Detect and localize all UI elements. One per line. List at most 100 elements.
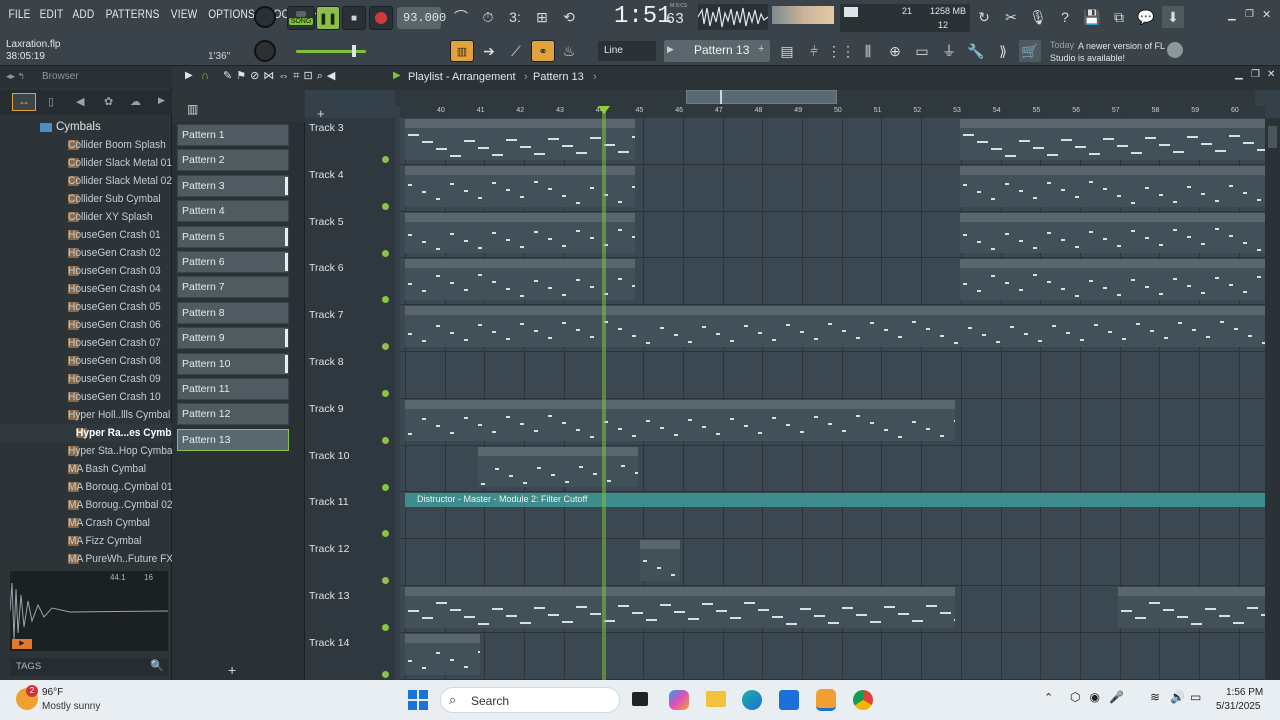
- pattern-clip[interactable]: [405, 633, 480, 675]
- news-panel[interactable]: Today A newer version of FL Studio is av…: [1046, 38, 1232, 64]
- browser-speaker-icon[interactable]: ◀: [76, 95, 84, 108]
- track-mute-led[interactable]: [382, 296, 389, 304]
- pattern-select[interactable]: ▶ Pattern 13 +: [664, 40, 770, 62]
- save-icon[interactable]: 💾: [1081, 6, 1103, 28]
- tray-chevron-icon[interactable]: ⌃: [1044, 691, 1053, 704]
- play-arrow-icon[interactable]: ▶: [185, 70, 193, 81]
- playlist-min-icon[interactable]: ▁: [1235, 69, 1243, 80]
- browser-file-item[interactable]: HouseGen Crash 08: [0, 352, 172, 370]
- cut-icon[interactable]: ✂: [1000, 6, 1022, 28]
- vertical-scrollbar[interactable]: [1265, 118, 1280, 680]
- browser-file-item[interactable]: HouseGen Crash 05: [0, 298, 172, 316]
- scroll-thumb[interactable]: [686, 90, 837, 104]
- pattern-item[interactable]: Pattern 1: [177, 124, 289, 146]
- news-globe-icon[interactable]: [1167, 42, 1183, 58]
- track-label[interactable]: Track 11: [309, 496, 349, 508]
- pattern-clip[interactable]: [405, 306, 1265, 347]
- pattern-clip[interactable]: [405, 119, 635, 160]
- browser-file-item[interactable]: MA Fizz Cymbal: [0, 532, 172, 550]
- track-label[interactable]: Track 4: [309, 169, 344, 181]
- snap-select[interactable]: Line: [598, 41, 656, 61]
- playlist-close-icon[interactable]: ✕: [1267, 69, 1275, 80]
- arrangement-grid[interactable]: Distructor - Master - Module 2: Filter C…: [400, 118, 1265, 680]
- minimize-button[interactable]: ▁: [1228, 10, 1242, 22]
- track-label[interactable]: Track 6: [309, 262, 344, 274]
- playlist-button[interactable]: ▥: [450, 40, 474, 62]
- browser-file-item[interactable]: HouseGen Crash 07: [0, 334, 172, 352]
- track-label[interactable]: Track 13: [309, 590, 349, 602]
- pattern-clip[interactable]: [960, 259, 1265, 301]
- browser-cloud-icon[interactable]: ☁: [130, 95, 141, 108]
- song-pattern-toggle[interactable]: SONG: [287, 6, 315, 30]
- copilot-icon[interactable]: [669, 690, 689, 710]
- menu-item-view[interactable]: VIEW: [168, 9, 200, 21]
- pattern-clip[interactable]: [960, 212, 1265, 254]
- master-pitch-knob[interactable]: [254, 40, 276, 62]
- mic-icon[interactable]: 🎙: [1027, 6, 1049, 28]
- pattern-clip[interactable]: [960, 119, 1265, 160]
- pattern-item[interactable]: Pattern 7: [177, 276, 289, 299]
- export-icon[interactable]: ⟫: [992, 40, 1014, 62]
- browser-file-item[interactable]: HouseGen Crash 02: [0, 244, 172, 262]
- browser-icon[interactable]: ⊕: [884, 40, 906, 62]
- pattern-clip[interactable]: [960, 165, 1265, 207]
- menu-item-add[interactable]: ADD: [70, 9, 97, 21]
- wrench-icon[interactable]: 🔧: [965, 40, 987, 62]
- pause-button[interactable]: ❚❚: [316, 6, 340, 30]
- pattern-clip[interactable]: [478, 446, 638, 488]
- browser-file-item[interactable]: Hyper Holl..llls Cymbal: [0, 406, 172, 424]
- folder-cymbals[interactable]: Cymbals: [40, 119, 101, 135]
- track-mute-led[interactable]: [382, 343, 389, 351]
- menu-item-edit[interactable]: EDIT: [37, 9, 66, 21]
- pattern-clip[interactable]: [405, 587, 955, 628]
- master-volume-knob[interactable]: [254, 6, 276, 28]
- pattern-clip[interactable]: [405, 399, 955, 441]
- playhead[interactable]: [602, 110, 606, 680]
- stop-button[interactable]: ■: [342, 6, 366, 30]
- track-row[interactable]: [400, 539, 1265, 586]
- browser-file-item[interactable]: Collider XY Splash: [0, 208, 172, 226]
- pattern-item[interactable]: Pattern 10: [177, 352, 289, 375]
- track-row[interactable]: [400, 633, 1265, 680]
- track-mute-led[interactable]: [382, 436, 389, 444]
- browser-file-item[interactable]: MA Crash Cymbal: [0, 514, 172, 532]
- help-icon[interactable]: ?: [1054, 6, 1076, 28]
- track-label[interactable]: Track 14: [309, 637, 349, 649]
- track-mute-led[interactable]: [382, 530, 389, 538]
- menu-item-file[interactable]: FILE: [6, 9, 33, 21]
- browser-file-item[interactable]: HouseGen Crash 03: [0, 262, 172, 280]
- sample-play-icon[interactable]: ▶: [12, 639, 32, 649]
- track-label[interactable]: Track 5: [309, 216, 344, 228]
- pattern-clip[interactable]: [1118, 587, 1265, 628]
- brush-icon[interactable]: ⟋: [505, 40, 527, 62]
- project-icon[interactable]: ▭: [911, 40, 933, 62]
- wait-input-icon[interactable]: ⏱: [477, 6, 499, 28]
- pattern-item[interactable]: Pattern 12: [177, 403, 289, 426]
- add-pattern-icon[interactable]: +: [758, 43, 764, 55]
- track-mute-led[interactable]: [382, 624, 389, 631]
- playhead-marker-icon[interactable]: [598, 106, 610, 114]
- step-edit-icon[interactable]: ⊞: [531, 6, 553, 28]
- start-button[interactable]: [408, 690, 428, 710]
- timeline-ruler[interactable]: 40 41 42 43 44 45 46 47 48 49 50 51 52 53 54 55 56 57 58 59…: [400, 106, 1265, 118]
- pattern-clip[interactable]: [405, 259, 635, 301]
- browser-file-item[interactable]: HouseGen Crash 01: [0, 226, 172, 244]
- mixer-icon[interactable]: ⫩: [803, 40, 825, 62]
- track-mute-led[interactable]: [382, 249, 389, 257]
- pattern-item[interactable]: Pattern 3: [177, 174, 289, 197]
- automation-clip[interactable]: Distructor - Master - Module 2: Filter C…: [405, 493, 1265, 508]
- pattern-item[interactable]: Pattern 5: [177, 225, 289, 248]
- close-button[interactable]: ✕: [1262, 8, 1276, 21]
- tempo-display[interactable]: 93.000: [397, 7, 446, 29]
- pattern-clip[interactable]: [405, 212, 635, 254]
- pattern-item[interactable]: Pattern 4: [177, 200, 289, 223]
- download-icon[interactable]: ⬇: [1162, 6, 1184, 28]
- track-mute-led[interactable]: [382, 483, 389, 491]
- browser-file-item[interactable]: HouseGen Crash 04: [0, 280, 172, 298]
- browser-file-item[interactable]: HouseGen Crash 10: [0, 388, 172, 406]
- browser-file-item[interactable]: HouseGen Crash 09: [0, 370, 172, 388]
- scroll-overview[interactable]: [395, 90, 1255, 106]
- undo-icon[interactable]: ↻: [973, 6, 995, 28]
- playlist-max-icon[interactable]: ❐: [1251, 69, 1260, 80]
- fl-studio-taskbar-icon[interactable]: [816, 689, 836, 711]
